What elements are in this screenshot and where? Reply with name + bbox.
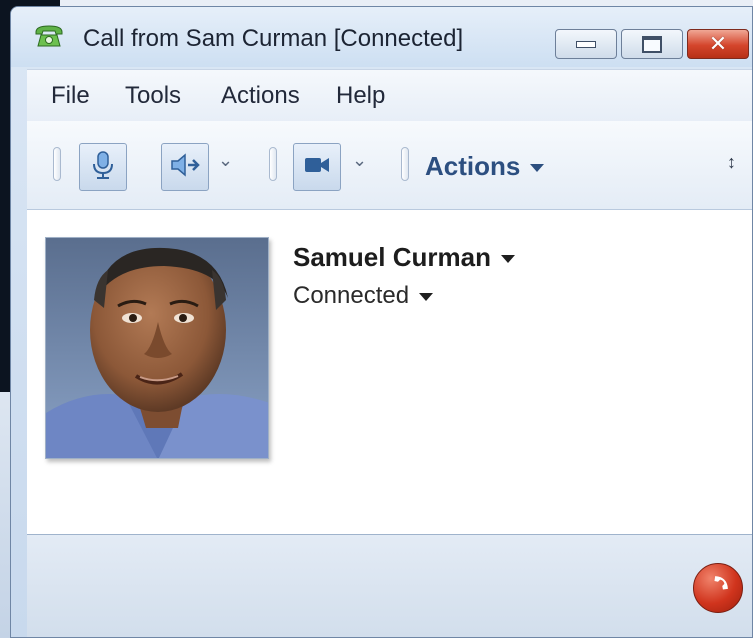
- chevron-down-icon: [419, 292, 434, 301]
- call-window: Call from Sam Curman [Connected] ✕ File …: [10, 6, 753, 638]
- maximize-button[interactable]: [621, 29, 683, 59]
- minimize-icon: [576, 40, 596, 48]
- transfer-audio-button[interactable]: [161, 143, 209, 191]
- menu-help[interactable]: Help: [336, 82, 385, 110]
- contact-photo[interactable]: [45, 237, 269, 459]
- window-title: Call from Sam Curman [Connected]: [83, 25, 464, 52]
- toolbar-grip[interactable]: [53, 147, 61, 181]
- microphone-icon: [90, 150, 116, 185]
- hang-up-icon: [703, 571, 733, 606]
- video-button[interactable]: [293, 143, 341, 191]
- menu-bar: File Tools Actions Help: [27, 69, 752, 123]
- speaker-transfer-icon: [169, 150, 201, 185]
- phone-icon: [33, 23, 65, 49]
- toolbar: ⌄ ⌄ Actions ↕: [27, 121, 752, 210]
- conversation-area: Samuel Curman Connected: [27, 210, 752, 535]
- contact-status: Connected: [293, 282, 410, 309]
- maximize-icon: [642, 35, 662, 53]
- contact-name-dropdown[interactable]: Samuel Curman: [293, 242, 515, 273]
- video-camera-icon: [302, 154, 332, 181]
- toolbar-grip[interactable]: [401, 147, 409, 181]
- title-bar[interactable]: Call from Sam Curman [Connected] ✕: [11, 7, 752, 67]
- chevron-down-icon: [500, 255, 515, 264]
- mute-microphone-button[interactable]: [79, 143, 127, 191]
- chevron-down-icon: [530, 164, 545, 173]
- menu-actions[interactable]: Actions: [221, 82, 300, 110]
- toolbar-grip[interactable]: [269, 147, 277, 181]
- menu-file[interactable]: File: [51, 82, 90, 110]
- call-controls-bar: [27, 535, 752, 637]
- close-button[interactable]: ✕: [687, 29, 749, 59]
- video-options-chevron-icon[interactable]: ⌄: [352, 151, 367, 169]
- actions-dropdown[interactable]: Actions: [425, 151, 545, 182]
- minimize-button[interactable]: [555, 29, 617, 59]
- actions-label: Actions: [425, 151, 521, 181]
- menu-tools[interactable]: Tools: [125, 82, 181, 110]
- toolbar-overflow-icon[interactable]: ↕: [727, 153, 736, 171]
- close-icon: ✕: [708, 31, 728, 56]
- contact-status-dropdown[interactable]: Connected: [293, 282, 434, 310]
- hang-up-button[interactable]: [693, 563, 743, 613]
- audio-options-chevron-icon[interactable]: ⌄: [218, 151, 233, 169]
- contact-name: Samuel Curman: [293, 242, 491, 272]
